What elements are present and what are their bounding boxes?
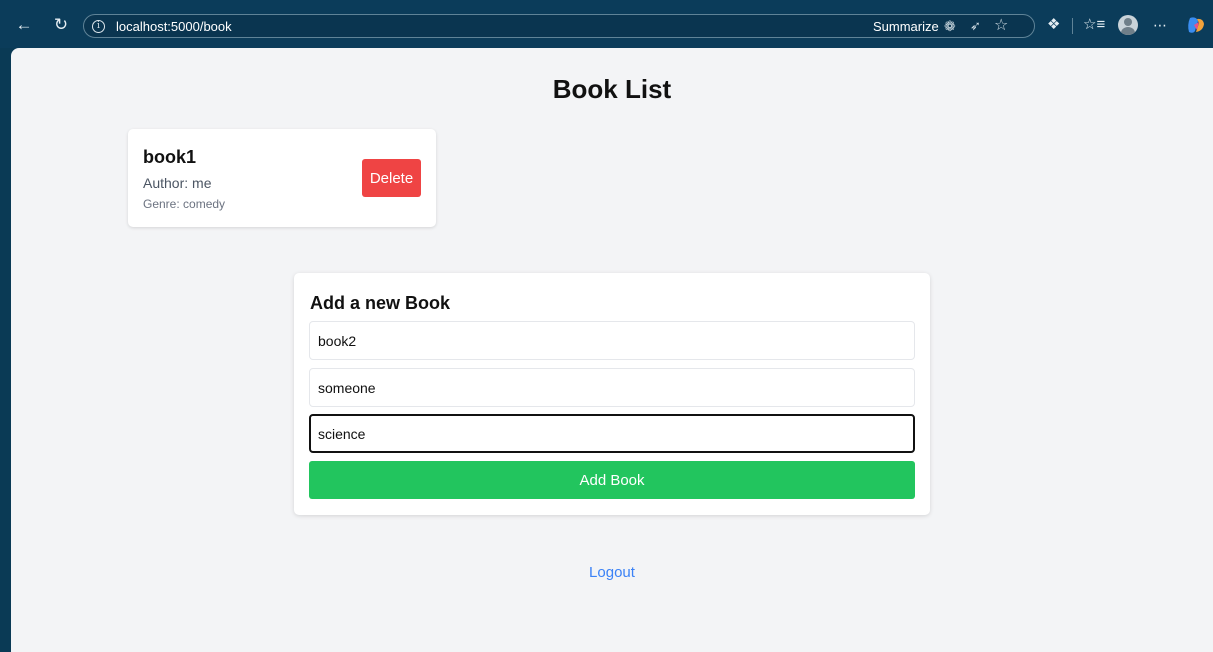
book-title: book1 bbox=[143, 147, 197, 167]
page-title: Book List bbox=[552, 74, 672, 104]
add-book-form: Add a new Book Add Book bbox=[294, 273, 930, 515]
profile-avatar[interactable] bbox=[1118, 15, 1138, 35]
site-info-icon[interactable]: i bbox=[92, 20, 105, 33]
page-viewport: Book List book1 Author: me Genre: comedy… bbox=[11, 48, 1213, 652]
add-book-button[interactable]: Add Book bbox=[309, 461, 915, 499]
logout-link[interactable]: Logout bbox=[11, 564, 1213, 581]
toolbar-divider bbox=[1072, 18, 1073, 34]
browser-toolbar: ← ↻ i localhost:5000/book Summarize ❁ ➶ … bbox=[0, 0, 1213, 48]
title-input[interactable] bbox=[309, 321, 915, 360]
more-options-icon[interactable]: ⋯ bbox=[1153, 16, 1167, 34]
refresh-icon[interactable]: ↻ bbox=[50, 14, 72, 36]
favorites-list-icon[interactable]: ☆≡ bbox=[1083, 16, 1105, 34]
delete-button[interactable]: Delete bbox=[362, 159, 421, 197]
address-bar[interactable]: i localhost:5000/book Summarize ❁ ➶ ☆ bbox=[83, 14, 1035, 38]
form-heading: Add a new Book bbox=[310, 293, 451, 313]
address-url[interactable]: localhost:5000/book bbox=[116, 19, 232, 34]
summarize-icon[interactable]: ❁ bbox=[944, 17, 956, 35]
genre-input[interactable] bbox=[309, 414, 915, 453]
book-card: book1 Author: me Genre: comedy Delete bbox=[128, 129, 436, 227]
extensions-icon[interactable]: ❖ bbox=[1047, 16, 1060, 34]
back-arrow-icon[interactable]: ← bbox=[13, 14, 35, 36]
author-input[interactable] bbox=[309, 368, 915, 407]
summarize-button[interactable]: Summarize bbox=[873, 19, 939, 34]
favorite-star-icon[interactable]: ☆ bbox=[994, 17, 1008, 35]
read-aloud-icon[interactable]: ➶ bbox=[970, 17, 981, 35]
book-genre: Genre: comedy bbox=[143, 197, 226, 211]
book-author: Author: me bbox=[143, 175, 212, 191]
copilot-icon[interactable] bbox=[1186, 15, 1206, 35]
